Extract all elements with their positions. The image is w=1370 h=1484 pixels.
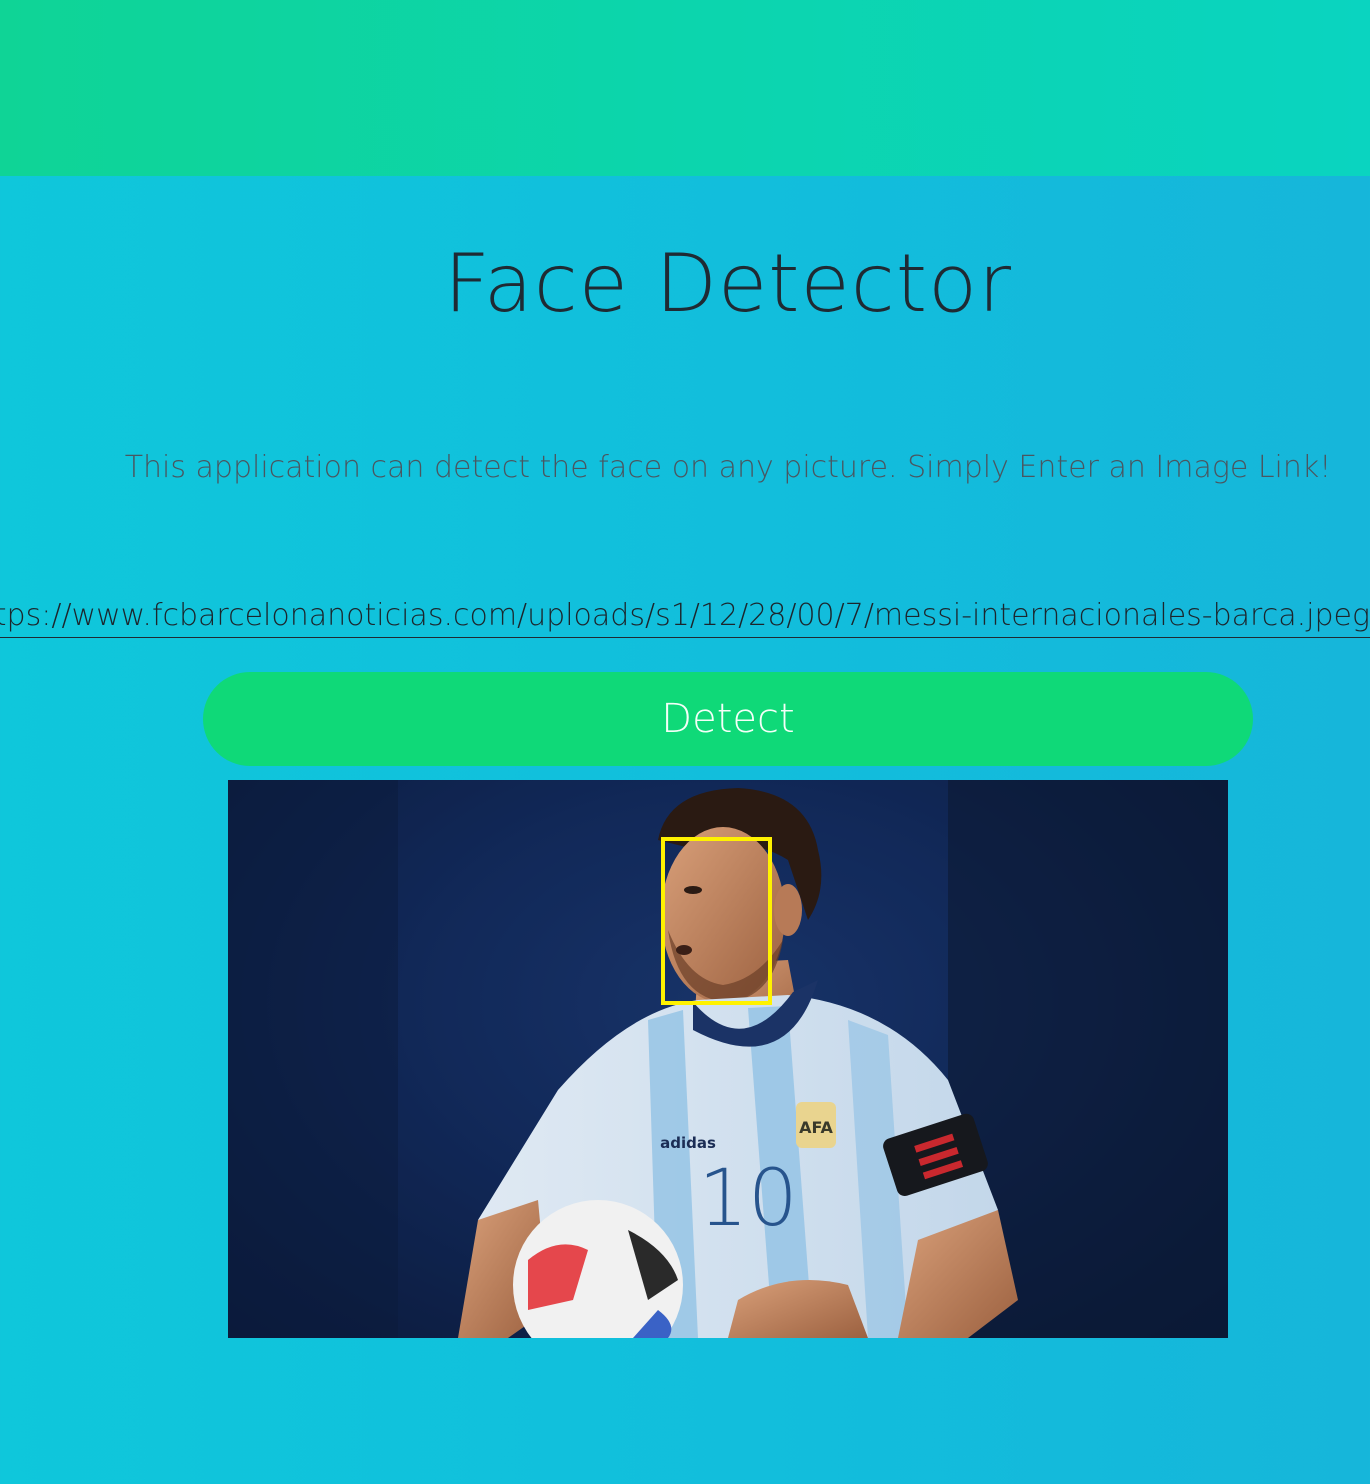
jersey-number: 10	[698, 1154, 797, 1244]
image-url-input[interactable]	[0, 594, 1370, 638]
detect-button[interactable]: Detect	[203, 672, 1253, 766]
app-description: This application can detect the face on …	[124, 450, 1332, 485]
brand-label: adidas	[660, 1134, 716, 1152]
header-bar	[0, 0, 1370, 176]
face-bounding-box	[661, 837, 772, 1005]
crest-label: AFA	[799, 1118, 833, 1137]
page-title: Face Detector	[444, 237, 1012, 330]
result-image: AFA adidas 10	[228, 780, 1228, 1338]
